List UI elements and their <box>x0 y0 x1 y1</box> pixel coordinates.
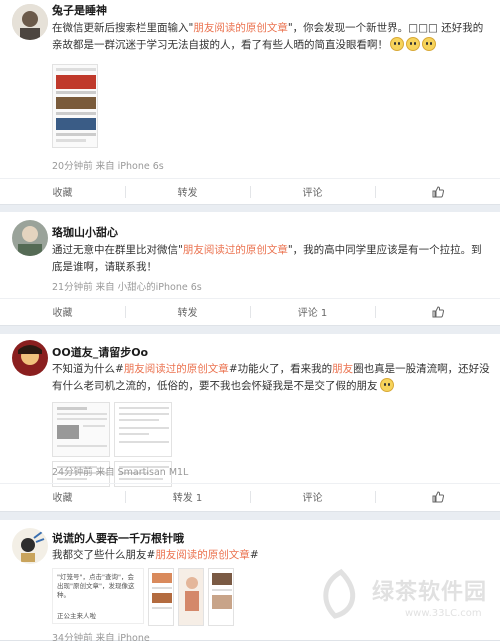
username[interactable]: 珞珈山小甜心 <box>52 224 118 240</box>
laughing-emoji-icon <box>379 378 394 392</box>
image-caption: "灯笼号"，点击"查询"，会出现"原创文章"，发现像这种。 <box>57 573 135 599</box>
image-caption: 正公主来人啦 <box>57 612 96 620</box>
site-watermark: 绿茶软件园 www.33LC.com <box>317 564 492 634</box>
favorite-button[interactable]: 收藏 <box>0 299 125 324</box>
avatar[interactable] <box>12 340 48 376</box>
repost-button[interactable]: 转发 1 <box>125 484 250 509</box>
repost-button[interactable]: 转发 <box>125 179 250 204</box>
post-text: 通过无意中在群里比对微信"朋友阅读过的原创文章"，我的高中同学里应该是有一个拉拉… <box>52 244 482 273</box>
thumbs-up-icon <box>432 305 444 317</box>
post-image[interactable] <box>178 568 204 626</box>
avatar[interactable] <box>12 220 48 256</box>
repost-button[interactable]: 转发 <box>125 299 250 324</box>
post-card: 兔子是睡神 在微信更新后搜索栏里面输入"朋友阅读的原创文章"，你会发现一个新世界… <box>0 0 500 205</box>
leaf-logo-icon <box>323 568 356 619</box>
separator <box>0 512 500 520</box>
emoji-icon <box>422 37 436 51</box>
favorite-button[interactable]: 收藏 <box>0 484 125 509</box>
like-button[interactable] <box>375 299 500 324</box>
thumbs-up-icon <box>432 490 444 502</box>
post-meta: 20分钟前 来自 iPhone 6s <box>52 161 164 172</box>
post-card: OO道友_请留步Oo 不知道为什么#朋友阅读过的原创文章#功能火了，看来我的朋友… <box>0 334 500 512</box>
action-bar: 收藏 转发 1 评论 <box>0 483 500 509</box>
action-bar: 收藏 转发 评论 1 <box>0 298 500 324</box>
username[interactable]: OO道友_请留步Oo <box>52 344 148 360</box>
avatar[interactable] <box>12 528 48 564</box>
like-button[interactable] <box>375 484 500 509</box>
separator <box>0 205 500 212</box>
like-button[interactable] <box>375 179 500 204</box>
post-image[interactable] <box>52 64 98 148</box>
thumbs-up-icon <box>432 185 444 197</box>
separator <box>0 326 500 334</box>
post-image[interactable] <box>208 568 234 626</box>
emoji-icon <box>390 37 404 51</box>
comment-button[interactable]: 评论 1 <box>250 299 375 324</box>
post-image[interactable] <box>114 402 172 457</box>
avatar[interactable] <box>12 4 48 40</box>
emoji-icon <box>406 37 420 51</box>
post-image[interactable] <box>52 402 110 457</box>
post-image[interactable] <box>148 568 174 626</box>
post-card: 珞珈山小甜心 通过无意中在群里比对微信"朋友阅读过的原创文章"，我的高中同学里应… <box>0 212 500 326</box>
username[interactable]: 兔子是睡神 <box>52 2 107 18</box>
post-image[interactable]: "灯笼号"，点击"查询"，会出现"原创文章"，发现像这种。 正公主来人啦 <box>52 568 144 624</box>
post-text: 在微信更新后搜索栏里面输入"朋友阅读的原创文章"，你会发现一个新世界。□□□ 还… <box>52 22 484 51</box>
username[interactable]: 说谎的人要吞一千万根针哦 <box>52 530 184 546</box>
comment-button[interactable]: 评论 <box>250 179 375 204</box>
comment-button[interactable]: 评论 <box>250 484 375 509</box>
post-meta: 24分钟前 来自 Smartisan M1L <box>52 467 189 478</box>
post-card: 说谎的人要吞一千万根针哦 我都交了些什么朋友#朋友阅读的原创文章# "灯笼号"，… <box>0 520 500 641</box>
post-meta: 21分钟前 来自 小甜心的iPhone 6s <box>52 282 202 293</box>
post-meta: 34分钟前 来自 iPhone <box>52 633 150 641</box>
action-bar: 收藏 转发 评论 <box>0 178 500 204</box>
post-text: 我都交了些什么朋友#朋友阅读的原创文章# <box>52 549 259 561</box>
post-text: 不知道为什么#朋友阅读过的原创文章#功能火了，看来我的朋友圈也真是一股清流啊，还… <box>52 363 490 392</box>
favorite-button[interactable]: 收藏 <box>0 179 125 204</box>
